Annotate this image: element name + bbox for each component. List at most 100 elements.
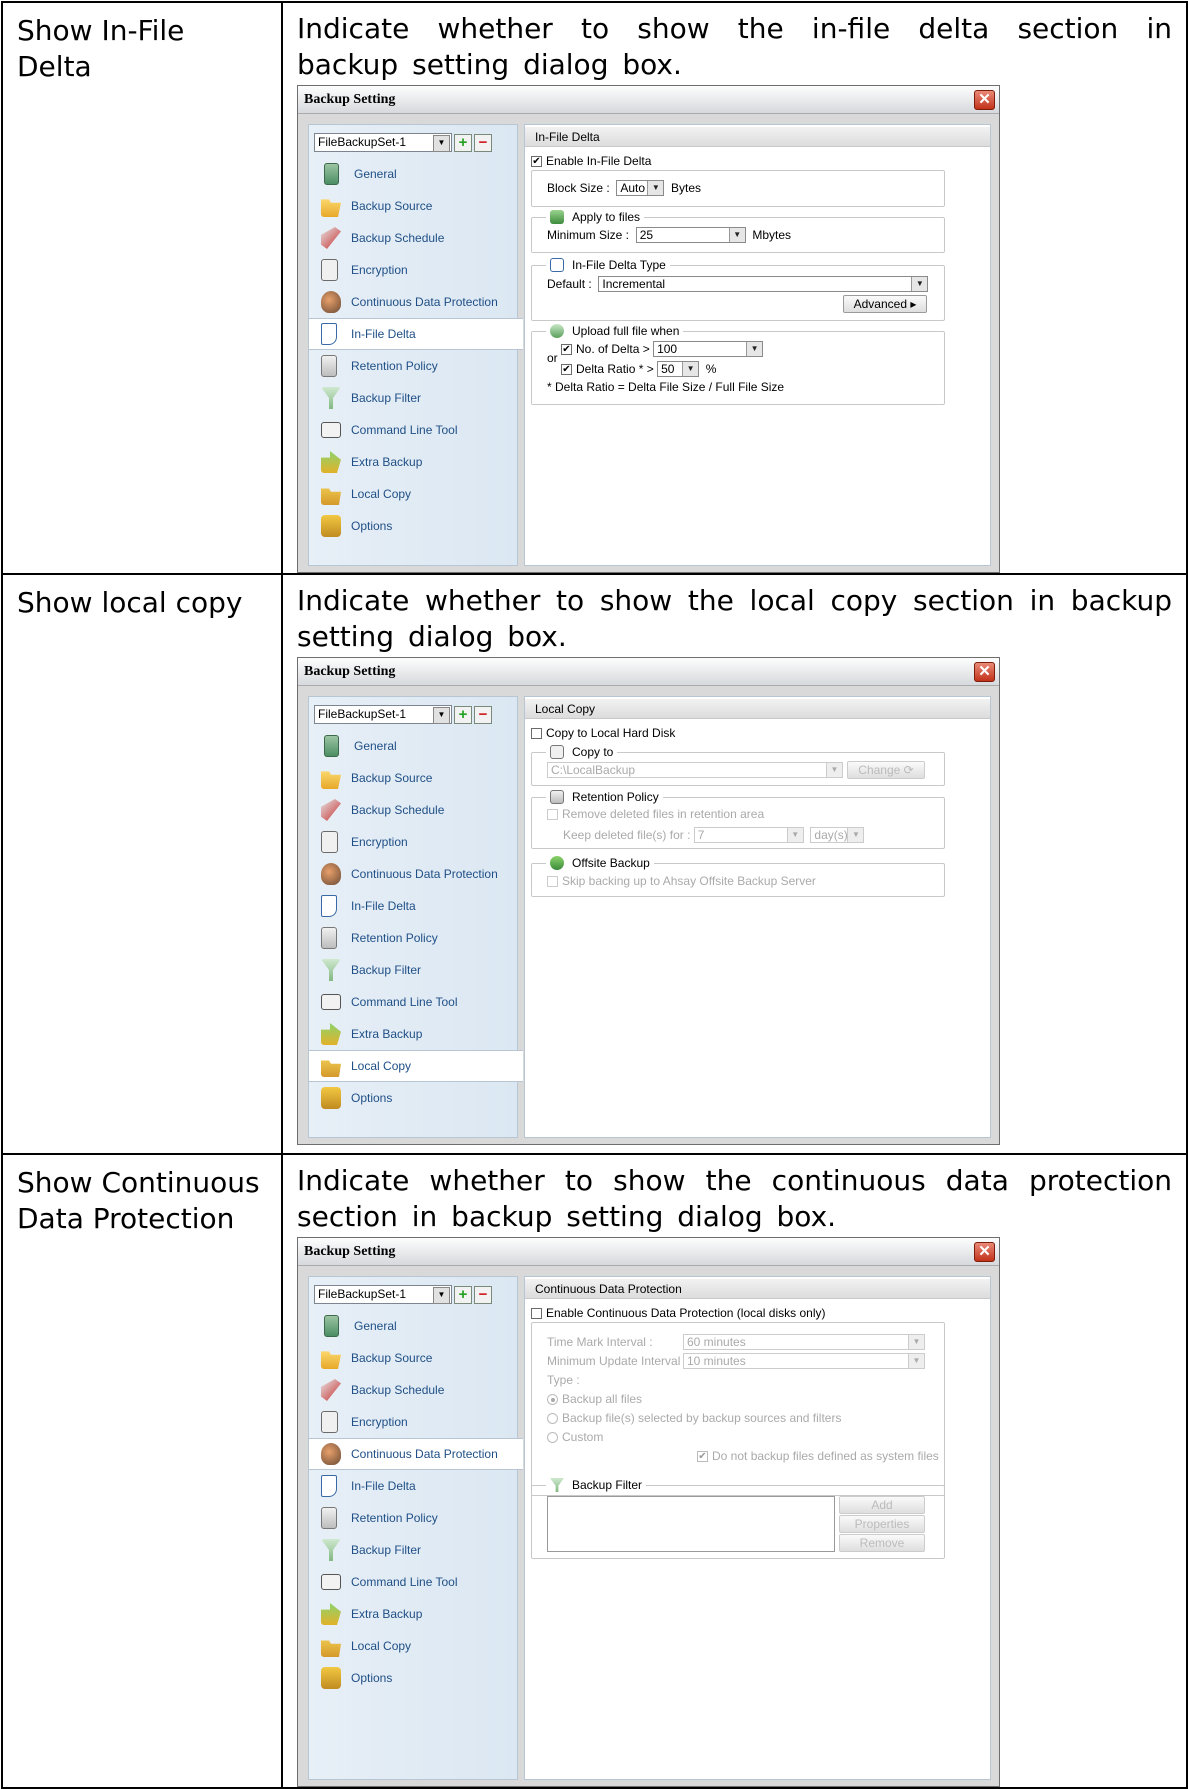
filter-list[interactable] bbox=[547, 1496, 835, 1552]
close-icon[interactable]: ✕ bbox=[974, 90, 995, 110]
change-button[interactable]: Change ⟳ bbox=[847, 761, 925, 779]
block-size-select[interactable]: Auto bbox=[616, 180, 665, 196]
backup-set-select[interactable]: FileBackupSet-1 bbox=[314, 1285, 452, 1304]
sidebar-item-continuous-data-protection[interactable]: Continuous Data Protection bbox=[309, 1438, 523, 1470]
settings-panel: In-File Delta ✔ Enable In-File Delta Bloc… bbox=[524, 124, 991, 566]
backup-set-select[interactable]: FileBackupSet-1 bbox=[314, 133, 452, 152]
sidebar-item-backup-source[interactable]: Backup Source bbox=[309, 190, 517, 222]
radio-backup-selected[interactable]: Backup file(s) selected by backup source… bbox=[547, 1411, 841, 1425]
button-label: Properties bbox=[854, 1517, 910, 1531]
keep-days-select[interactable]: 7 bbox=[693, 827, 804, 843]
sidebar-item-options[interactable]: Options bbox=[309, 1662, 517, 1694]
add-set-button[interactable]: + bbox=[454, 1285, 472, 1304]
delta-ratio-checkbox[interactable]: ✔Delta Ratio * > 50 % bbox=[561, 361, 716, 377]
system-files-checkbox[interactable]: ✔ Do not backup files defined as system f… bbox=[697, 1449, 939, 1463]
sidebar-item-encryption[interactable]: Encryption bbox=[309, 1406, 517, 1438]
sidebar-item-backup-schedule[interactable]: Backup Schedule bbox=[309, 222, 517, 254]
radio-custom[interactable]: Custom bbox=[547, 1430, 603, 1444]
delta-ratio-select[interactable]: 50 bbox=[657, 361, 700, 377]
keep-unit-select[interactable]: day(s) bbox=[810, 827, 865, 843]
sidebar-item-in-file-delta[interactable]: In-File Delta bbox=[309, 890, 517, 922]
sidebar-item-label: Extra Backup bbox=[351, 1027, 423, 1041]
remove-set-button[interactable]: − bbox=[474, 705, 492, 724]
add-filter-button[interactable]: Add bbox=[839, 1496, 925, 1514]
sidebar-item-backup-schedule[interactable]: Backup Schedule bbox=[309, 794, 517, 826]
sidebar-item-label: Local Copy bbox=[351, 487, 412, 501]
settings-sidebar: FileBackupSet-1 + − General Backup Source… bbox=[308, 696, 523, 1138]
remove-set-button[interactable]: − bbox=[474, 133, 492, 152]
delta-type-select[interactable]: Incremental bbox=[598, 276, 929, 292]
remove-filter-button[interactable]: Remove bbox=[839, 1534, 925, 1552]
sidebar-item-command-line-tool[interactable]: Command Line Tool bbox=[309, 414, 517, 446]
no-of-delta-select[interactable]: 100 bbox=[653, 341, 764, 357]
offsite-icon bbox=[550, 856, 564, 870]
sidebar-item-extra-backup[interactable]: Extra Backup bbox=[309, 1598, 517, 1630]
sidebar-item-command-line-tool[interactable]: Command Line Tool bbox=[309, 986, 517, 1018]
sidebar-item-backup-filter[interactable]: Backup Filter bbox=[309, 954, 517, 986]
min-size-select[interactable]: 25 bbox=[635, 227, 746, 243]
enable-delta-checkbox[interactable]: ✔ Enable In-File Delta bbox=[531, 154, 651, 168]
sidebar-item-backup-source[interactable]: Backup Source bbox=[309, 762, 517, 794]
sidebar-item-encryption[interactable]: Encryption bbox=[309, 254, 517, 286]
sidebar-item-label: Command Line Tool bbox=[351, 1575, 458, 1589]
sidebar-item-in-file-delta[interactable]: In-File Delta bbox=[309, 1470, 517, 1502]
sidebar-item-command-line-tool[interactable]: Command Line Tool bbox=[309, 1566, 517, 1598]
sidebar-item-label: In-File Delta bbox=[351, 327, 416, 341]
sidebar-item-general[interactable]: General bbox=[309, 158, 517, 190]
sidebar-item-extra-backup[interactable]: Extra Backup bbox=[309, 446, 517, 478]
sidebar-item-local-copy[interactable]: Local Copy bbox=[309, 1630, 517, 1662]
add-set-button[interactable]: + bbox=[454, 705, 472, 724]
sidebar-item-options[interactable]: Options bbox=[309, 1082, 517, 1114]
dialog-title: Backup Setting bbox=[298, 658, 999, 686]
checkbox-label: Delta Ratio * > bbox=[576, 362, 654, 376]
radio-backup-all[interactable]: Backup all files bbox=[547, 1392, 642, 1406]
options-icon bbox=[321, 1667, 341, 1689]
sidebar-item-backup-filter[interactable]: Backup Filter bbox=[309, 1534, 517, 1566]
field-label: Minimum Update Interval : bbox=[547, 1354, 688, 1368]
sidebar-item-backup-source[interactable]: Backup Source bbox=[309, 1342, 517, 1374]
no-of-delta-checkbox[interactable]: ✔ No. of Delta > 100 bbox=[561, 341, 764, 357]
sidebar-item-encryption[interactable]: Encryption bbox=[309, 826, 517, 858]
close-icon[interactable]: ✕ bbox=[974, 662, 995, 682]
sidebar-item-general[interactable]: General bbox=[309, 730, 517, 762]
sidebar-item-continuous-data-protection[interactable]: Continuous Data Protection bbox=[309, 286, 517, 318]
sidebar-item-backup-schedule[interactable]: Backup Schedule bbox=[309, 1374, 517, 1406]
panel-title: Local Copy bbox=[525, 699, 990, 719]
min-update-select[interactable]: 10 minutes bbox=[683, 1353, 925, 1369]
properties-button[interactable]: Properties bbox=[839, 1515, 925, 1533]
field-label: Keep deleted file(s) for : bbox=[563, 828, 691, 842]
encryption-icon bbox=[321, 259, 338, 281]
radio-label: Custom bbox=[562, 1430, 604, 1444]
remove-set-button[interactable]: − bbox=[474, 1285, 492, 1304]
sidebar-item-label: Backup Filter bbox=[351, 391, 422, 405]
close-icon[interactable]: ✕ bbox=[974, 1242, 995, 1262]
sidebar-item-options[interactable]: Options bbox=[309, 510, 517, 542]
sidebar-item-retention-policy[interactable]: Retention Policy bbox=[309, 922, 517, 954]
skip-offsite-checkbox[interactable]: Skip backing up to Ahsay Offsite Backup … bbox=[547, 874, 816, 888]
sidebar-item-local-copy[interactable]: Local Copy bbox=[309, 478, 517, 510]
copy-local-checkbox[interactable]: Copy to Local Hard Disk bbox=[531, 726, 675, 740]
enable-cdp-checkbox[interactable]: Enable Continuous Data Protection (local… bbox=[531, 1306, 825, 1320]
sidebar-item-general[interactable]: General bbox=[309, 1310, 517, 1342]
options-icon bbox=[321, 1087, 341, 1109]
sidebar-item-retention-policy[interactable]: Retention Policy bbox=[309, 350, 517, 382]
time-mark-select[interactable]: 60 minutes bbox=[683, 1334, 925, 1350]
sidebar-item-extra-backup[interactable]: Extra Backup bbox=[309, 1018, 517, 1050]
backup-set-select[interactable]: FileBackupSet-1 bbox=[314, 705, 452, 724]
remove-deleted-checkbox[interactable]: Remove deleted files in retention area bbox=[547, 807, 764, 821]
sidebar-item-label: Command Line Tool bbox=[351, 423, 458, 437]
sidebar-item-label: Backup Source bbox=[351, 771, 433, 785]
checkbox-label: Remove deleted files in retention area bbox=[562, 807, 765, 821]
sidebar-item-continuous-data-protection[interactable]: Continuous Data Protection bbox=[309, 858, 517, 890]
sidebar-item-local-copy[interactable]: Local Copy bbox=[309, 1050, 523, 1082]
advanced-button[interactable]: Advanced ▸ bbox=[843, 295, 927, 313]
button-label: Remove bbox=[859, 1536, 905, 1550]
copy-path-input[interactable]: C:\LocalBackup bbox=[547, 762, 843, 778]
sidebar-item-in-file-delta[interactable]: In-File Delta bbox=[309, 318, 523, 350]
sidebar-item-retention-policy[interactable]: Retention Policy bbox=[309, 1502, 517, 1534]
sidebar-item-backup-filter[interactable]: Backup Filter bbox=[309, 382, 517, 414]
add-set-button[interactable]: + bbox=[454, 133, 472, 152]
sidebar-item-label: Backup Source bbox=[351, 199, 433, 213]
folder-icon bbox=[321, 771, 341, 789]
retention-icon bbox=[321, 1507, 337, 1529]
